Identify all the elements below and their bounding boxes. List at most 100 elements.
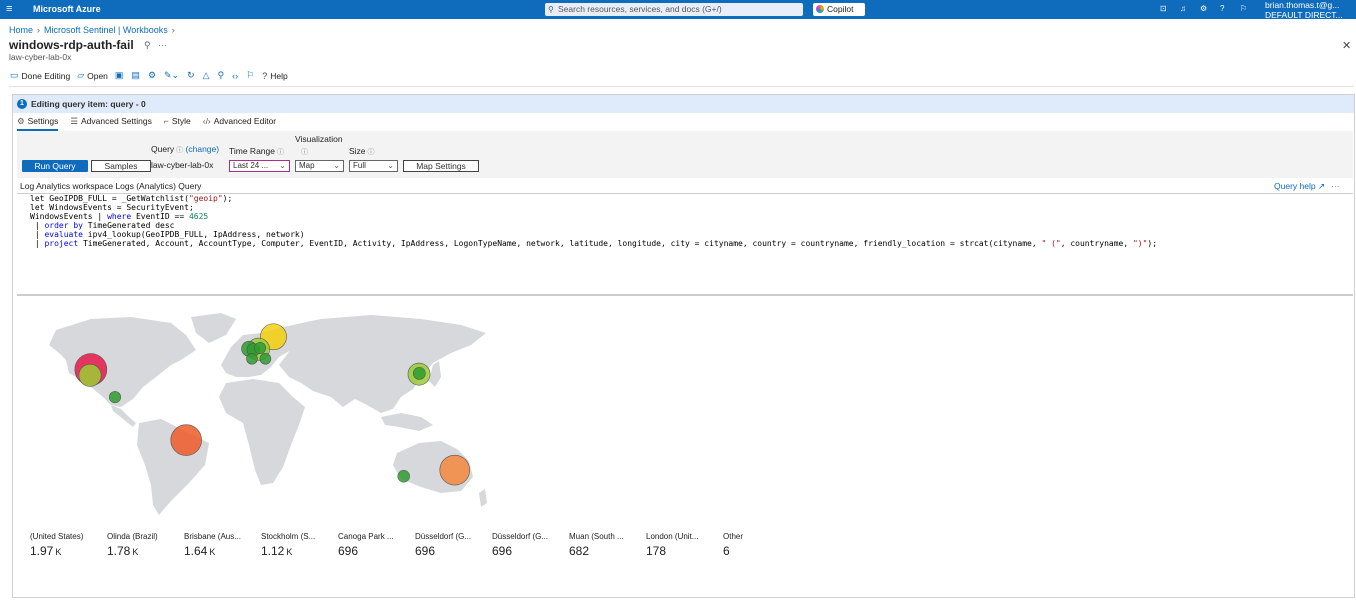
feedback-toolbar-icon[interactable]: ⚐ <box>246 70 254 81</box>
location-stat-label: (United States) <box>30 532 84 541</box>
map-bubble[interactable] <box>254 341 267 355</box>
open-button[interactable]: ▱ Open <box>77 70 108 81</box>
feedback-icon[interactable]: ⚐ <box>1240 4 1247 14</box>
breadcrumb-home[interactable]: Home <box>9 25 33 35</box>
refresh-icon[interactable]: ↻ <box>187 70 195 81</box>
external-link-icon: ↗ <box>1317 181 1326 191</box>
time-range-label-text: Time Range <box>229 146 275 156</box>
map-bubble[interactable] <box>412 366 426 380</box>
done-editing-icon: ▭ <box>10 70 19 80</box>
top-bar: ≡ Microsoft Azure ⚲ Search resources, se… <box>0 0 1356 20</box>
location-stat-label: Stockholm (S... <box>261 532 316 541</box>
tab-style[interactable]: ⌐ Style <box>164 116 191 131</box>
code-line: | evaluate ipv4_lookup(GeoIPDB_FULL, IpA… <box>30 230 305 239</box>
info-icon: ⓘ <box>276 149 284 156</box>
location-stat-label: London (Unit... <box>646 532 699 541</box>
location-stat-value: 696 <box>415 544 436 558</box>
tab-advanced-settings[interactable]: ☰ Advanced Settings <box>70 116 152 131</box>
query-source-value: law-cyber-lab-0x <box>151 160 214 170</box>
visualization-dropdown[interactable]: Map ⌄ <box>295 160 344 172</box>
editor-tabs: ⚙ Settings ☰ Advanced Settings ⌐ Style ‹/› A… <box>17 116 288 131</box>
size-dropdown[interactable]: Full ⌄ <box>349 160 398 172</box>
map-bubble[interactable] <box>439 454 470 486</box>
notifications-icon[interactable]: ♫ <box>1180 4 1186 14</box>
map-settings-button[interactable]: Map Settings <box>403 160 479 172</box>
tab-advanced-editor-label: Advanced Editor <box>213 116 277 126</box>
brand-label[interactable]: Microsoft Azure <box>33 4 101 14</box>
help-label: Help <box>270 70 288 81</box>
code-icon[interactable]: ‹› <box>232 71 238 81</box>
run-query-button[interactable]: Run Query <box>22 160 88 172</box>
pin-toolbar-icon[interactable]: ⚲ <box>218 70 225 81</box>
code-line: let WindowsEvents = SecurityEvent; <box>30 203 194 212</box>
location-stat-value: 178 <box>646 544 667 558</box>
location-stat-tile[interactable]: Düsseldorf (G... 696 <box>415 532 491 558</box>
save-as-icon[interactable]: ▤ <box>131 70 140 81</box>
more-icon[interactable]: ··· <box>1331 181 1340 191</box>
alert-icon[interactable]: △ <box>203 70 210 81</box>
query-change-link[interactable]: (change) <box>186 144 220 154</box>
more-icon[interactable]: ··· <box>158 40 167 50</box>
gear-icon[interactable]: ⚙ <box>148 70 156 81</box>
location-stat-label: Düsseldorf (G... <box>415 532 472 541</box>
location-stat-label: Brisbane (Aus... <box>184 532 241 541</box>
data-source-label: Log Analytics workspace Logs (Analytics)… <box>20 181 202 191</box>
global-search-input[interactable]: ⚲ Search resources, services, and docs (… <box>545 3 803 16</box>
location-stat-label: Muan (South ... <box>569 532 624 541</box>
kql-code-editor[interactable]: let GeoIPDB_FULL = _GetWatchlist("geoip"… <box>17 193 1353 296</box>
location-stat-tile[interactable]: Stockholm (S... 1.12 K <box>261 532 337 558</box>
code-line: let GeoIPDB_FULL = _GetWatchlist("geoip"… <box>30 194 233 203</box>
done-editing-button[interactable]: ▭ Done Editing <box>10 70 70 81</box>
map-bubble[interactable] <box>397 470 410 483</box>
location-stats: (United States) 1.97 K Olinda (Brazil) 1.78 K… <box>30 532 800 558</box>
map-bubble[interactable] <box>259 352 272 365</box>
breadcrumb-workbooks[interactable]: Microsoft Sentinel | Workbooks <box>44 25 168 35</box>
copilot-button[interactable]: Copilot <box>813 3 865 16</box>
cloud-shell-icon[interactable]: ⊡ <box>1160 4 1167 14</box>
time-range-dropdown[interactable]: Last 24 ... ⌄ <box>229 160 290 172</box>
step-badge: 1 <box>17 99 27 109</box>
location-stat-value: 1.12 K <box>261 544 293 558</box>
settings-icon[interactable]: ⚙ <box>1200 4 1207 14</box>
location-stat-value: 6 <box>723 544 730 558</box>
location-stat-tile[interactable]: Canoga Park ... 696 <box>338 532 414 558</box>
location-stat-tile[interactable]: Brisbane (Aus... 1.64 K <box>184 532 260 558</box>
tab-settings[interactable]: ⚙ Settings <box>17 116 59 131</box>
location-stat-unit: K <box>132 547 139 557</box>
query-editor-panel: 1 Editing query item: query - 0 ⚙ Setting… <box>12 94 1355 598</box>
map-bubble[interactable] <box>170 424 202 456</box>
user-account[interactable]: brian.thomas.t@g... DEFAULT DIRECT... <box>1265 0 1353 20</box>
map-bubble[interactable] <box>246 352 258 365</box>
help-icon[interactable]: ? <box>1220 4 1224 14</box>
size-value: Full <box>353 161 366 170</box>
location-stat-tile[interactable]: Olinda (Brazil) 1.78 K <box>107 532 183 558</box>
location-stat-tile[interactable]: Other 6 <box>723 532 799 558</box>
pencil-icon[interactable]: ✎⌄ <box>164 70 179 81</box>
samples-button[interactable]: Samples <box>91 160 151 172</box>
query-label-text: Query <box>151 144 175 154</box>
help-button[interactable]: ? Help <box>262 71 288 81</box>
location-stat-tile[interactable]: Düsseldorf (G... 696 <box>492 532 568 558</box>
location-stat-label: Düsseldorf (G... <box>492 532 549 541</box>
info-icon: ⓘ <box>367 149 375 156</box>
save-icon[interactable]: ▣ <box>115 70 124 81</box>
hamburger-icon[interactable]: ≡ <box>6 3 12 15</box>
close-icon[interactable]: ✕ <box>1342 39 1351 52</box>
location-stat-unit: K <box>55 547 62 557</box>
pin-icon[interactable]: ⚲ <box>144 40 151 50</box>
tab-advanced-editor[interactable]: ‹/› Advanced Editor <box>203 116 276 131</box>
location-stat-tile[interactable]: Muan (South ... 682 <box>569 532 645 558</box>
query-help-link[interactable]: Query help ↗ ··· <box>1274 181 1340 192</box>
tab-advanced-settings-label: Advanced Settings <box>80 116 152 126</box>
tab-settings-label: Settings <box>27 116 59 126</box>
location-stat-label: Canoga Park ... <box>338 532 394 541</box>
map-bubble[interactable] <box>78 363 102 387</box>
location-stat-tile[interactable]: London (Unit... 178 <box>646 532 722 558</box>
world-map[interactable] <box>21 305 491 520</box>
location-stat-value: 682 <box>569 544 590 558</box>
size-label-text: Size <box>349 146 366 156</box>
query-settings-bar: Run Query Samples Query ⓘ (change) law-cy… <box>17 131 1353 178</box>
map-bubble[interactable] <box>108 391 122 404</box>
location-stat-tile[interactable]: (United States) 1.97 K <box>30 532 106 558</box>
time-range-value: Last 24 ... <box>233 161 269 170</box>
